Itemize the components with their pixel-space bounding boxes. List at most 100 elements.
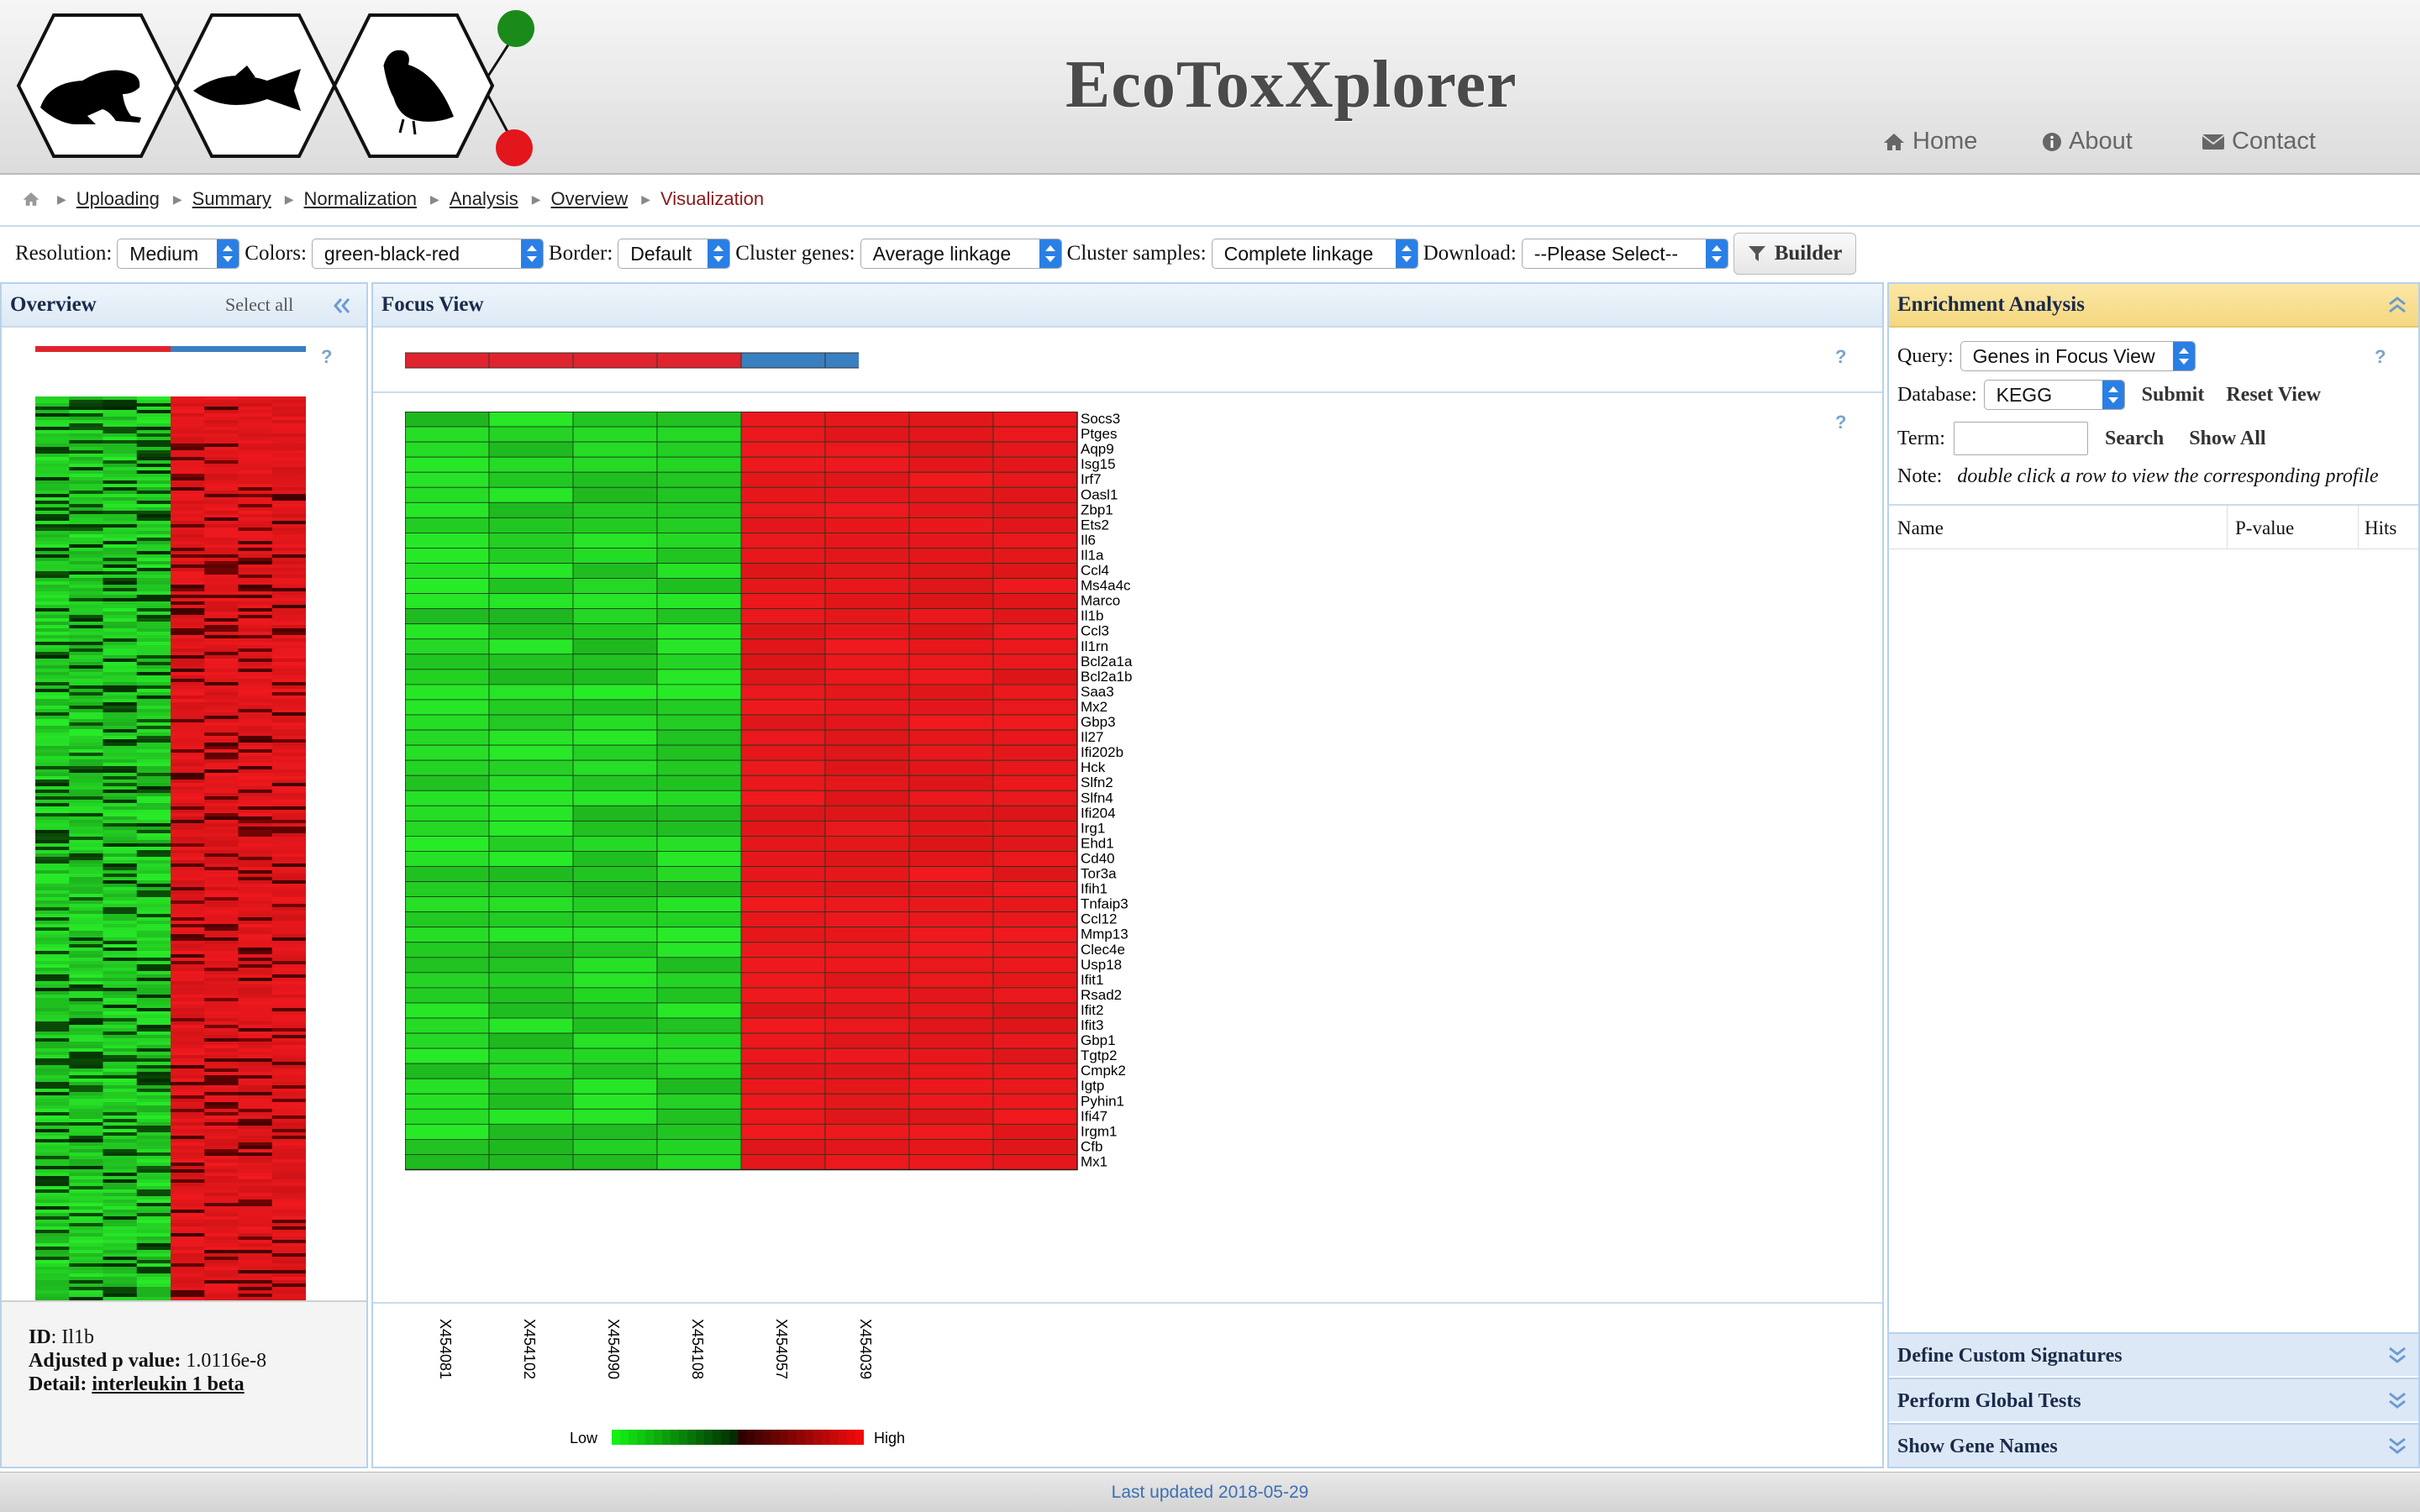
heatmap-cell[interactable] bbox=[908, 623, 994, 640]
heatmap-cell[interactable] bbox=[572, 820, 658, 837]
column-name[interactable]: Name bbox=[1897, 517, 1944, 539]
heatmap-cell[interactable] bbox=[572, 517, 658, 533]
heatmap-cell[interactable] bbox=[405, 881, 490, 897]
heatmap-cell[interactable] bbox=[908, 835, 994, 852]
gene-label[interactable]: Il27 bbox=[1081, 729, 1103, 745]
heatmap-cell[interactable] bbox=[656, 1154, 742, 1170]
help-icon[interactable]: ? bbox=[321, 346, 332, 368]
heatmap-cell[interactable] bbox=[488, 1154, 574, 1170]
heatmap-cell[interactable] bbox=[992, 471, 1078, 488]
heatmap-cell[interactable] bbox=[992, 957, 1078, 974]
heatmap-cell[interactable] bbox=[405, 699, 490, 716]
gene-label[interactable]: Bcl2a1a bbox=[1081, 654, 1133, 669]
nav-home[interactable]: Home bbox=[1882, 128, 1977, 155]
heatmap-cell[interactable] bbox=[656, 471, 742, 488]
builder-button[interactable]: Builder bbox=[1733, 233, 1857, 275]
heatmap-cell[interactable] bbox=[572, 669, 658, 685]
heatmap-cell[interactable] bbox=[405, 790, 490, 806]
heatmap-cell[interactable] bbox=[572, 578, 658, 595]
heatmap-cell[interactable] bbox=[656, 714, 742, 731]
heatmap-cell[interactable] bbox=[908, 578, 994, 595]
heatmap-cell[interactable] bbox=[405, 759, 490, 776]
heatmap-cell[interactable] bbox=[572, 744, 658, 761]
heatmap-cell[interactable] bbox=[824, 623, 910, 640]
gene-label[interactable]: Isg15 bbox=[1081, 456, 1116, 472]
heatmap-cell[interactable] bbox=[740, 820, 826, 837]
heatmap-cell[interactable] bbox=[488, 729, 574, 746]
heatmap-cell[interactable] bbox=[405, 441, 490, 458]
heatmap-cell[interactable] bbox=[824, 456, 910, 473]
heatmap-cell[interactable] bbox=[488, 942, 574, 958]
heatmap-cell[interactable] bbox=[488, 987, 574, 1004]
heatmap-cell[interactable] bbox=[656, 729, 742, 746]
gene-label[interactable]: Ifi202b bbox=[1081, 744, 1123, 760]
heatmap-cell[interactable] bbox=[656, 441, 742, 458]
heatmap-cell[interactable] bbox=[992, 654, 1078, 670]
heatmap-cell[interactable] bbox=[740, 957, 826, 974]
heatmap-cell[interactable] bbox=[656, 563, 742, 579]
gene-label[interactable]: Ifit1 bbox=[1081, 972, 1103, 988]
heatmap-cell[interactable] bbox=[824, 774, 910, 791]
heatmap-cell[interactable] bbox=[908, 1063, 994, 1079]
heatmap-cell[interactable] bbox=[740, 669, 826, 685]
heatmap-cell[interactable] bbox=[992, 911, 1078, 928]
heatmap-cell[interactable] bbox=[572, 471, 658, 488]
heatmap-cell[interactable] bbox=[992, 987, 1078, 1004]
heatmap-cell[interactable] bbox=[405, 1154, 490, 1170]
heatmap-cell[interactable] bbox=[572, 486, 658, 503]
heatmap-cell[interactable] bbox=[992, 881, 1078, 897]
heatmap-cell[interactable] bbox=[488, 866, 574, 882]
heatmap-cell[interactable] bbox=[992, 744, 1078, 761]
gene-label[interactable]: Hck bbox=[1081, 759, 1106, 775]
heatmap-cell[interactable] bbox=[572, 638, 658, 655]
heatmap-cell[interactable] bbox=[824, 927, 910, 943]
heatmap-cell[interactable] bbox=[740, 790, 826, 806]
heatmap-cell[interactable] bbox=[405, 532, 490, 549]
gene-label[interactable]: Saa3 bbox=[1081, 684, 1114, 700]
heatmap-cell[interactable] bbox=[908, 911, 994, 928]
heatmap-cell[interactable] bbox=[488, 654, 574, 670]
heatmap-cell[interactable] bbox=[824, 593, 910, 610]
heatmap-cell[interactable] bbox=[572, 608, 658, 625]
heatmap-cell[interactable] bbox=[740, 1123, 826, 1140]
heatmap-cell[interactable] bbox=[405, 896, 490, 913]
help-icon[interactable]: ? bbox=[1835, 412, 1846, 433]
gene-label[interactable]: Ifi204 bbox=[1081, 805, 1116, 821]
heatmap-cell[interactable] bbox=[488, 714, 574, 731]
heatmap-cell[interactable] bbox=[824, 1063, 910, 1079]
heatmap-cell[interactable] bbox=[992, 835, 1078, 852]
heatmap-cell[interactable] bbox=[405, 820, 490, 837]
overview-heatmap[interactable] bbox=[35, 396, 306, 1304]
heatmap-cell[interactable] bbox=[656, 1093, 742, 1110]
heatmap-cell[interactable] bbox=[572, 593, 658, 610]
database-select[interactable]: KEGG bbox=[1983, 380, 2125, 410]
accordion-define-custom-signatures[interactable]: Define Custom Signatures bbox=[1889, 1332, 2418, 1376]
heatmap-cell[interactable] bbox=[656, 744, 742, 761]
gene-label[interactable]: Mx2 bbox=[1081, 699, 1107, 715]
heatmap-cell[interactable] bbox=[405, 1017, 490, 1034]
heatmap-cell[interactable] bbox=[488, 972, 574, 989]
heatmap-cell[interactable] bbox=[992, 1108, 1078, 1125]
heatmap-cell[interactable] bbox=[488, 486, 574, 503]
heatmap-cell[interactable] bbox=[740, 638, 826, 655]
heatmap-cell[interactable] bbox=[572, 866, 658, 882]
heatmap-cell[interactable] bbox=[656, 1002, 742, 1019]
heatmap-cell[interactable] bbox=[488, 1063, 574, 1079]
heatmap-cell[interactable] bbox=[908, 501, 994, 518]
column-hits[interactable]: Hits bbox=[2365, 517, 2396, 539]
heatmap-cell[interactable] bbox=[405, 1108, 490, 1125]
heatmap-cell[interactable] bbox=[656, 532, 742, 549]
heatmap-cell[interactable] bbox=[405, 548, 490, 564]
heatmap-cell[interactable] bbox=[488, 669, 574, 685]
heatmap-cell[interactable] bbox=[824, 820, 910, 837]
gene-label[interactable]: Slfn2 bbox=[1081, 774, 1113, 790]
heatmap-cell[interactable] bbox=[656, 1123, 742, 1140]
heatmap-cell[interactable] bbox=[405, 1002, 490, 1019]
heatmap-cell[interactable] bbox=[824, 471, 910, 488]
heatmap-cell[interactable] bbox=[656, 517, 742, 533]
heatmap-cell[interactable] bbox=[656, 1063, 742, 1079]
heatmap-cell[interactable] bbox=[992, 501, 1078, 518]
heatmap-cell[interactable] bbox=[656, 486, 742, 503]
heatmap-cell[interactable] bbox=[405, 1078, 490, 1095]
gene-label[interactable]: Cmpk2 bbox=[1081, 1063, 1126, 1079]
